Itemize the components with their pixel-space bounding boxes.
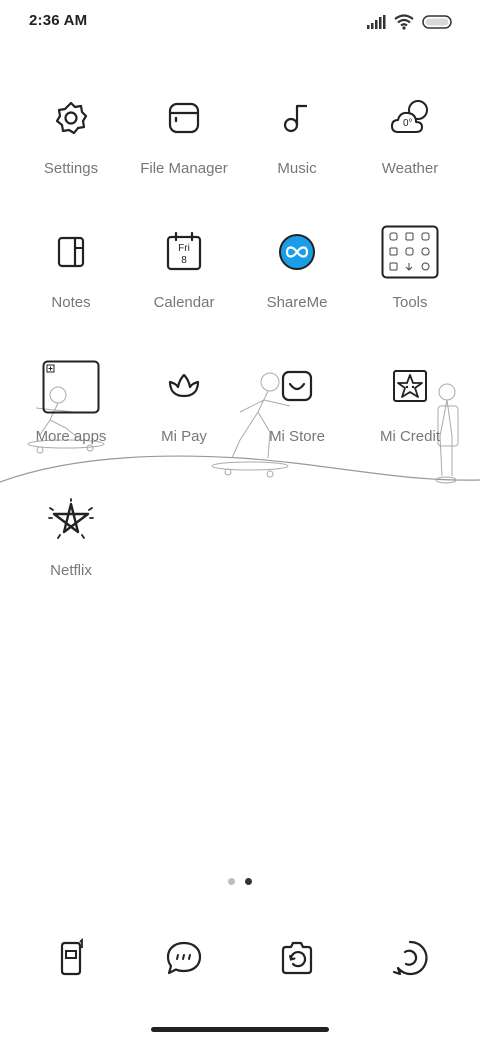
browser-icon xyxy=(392,940,428,976)
tools-folder-icon xyxy=(380,222,440,282)
gear-icon xyxy=(41,88,101,148)
dock-messages[interactable] xyxy=(156,930,212,986)
phone-icon xyxy=(60,938,83,976)
camera-icon xyxy=(281,941,313,975)
app-more-apps[interactable]: More apps xyxy=(16,356,126,445)
app-weather[interactable]: 0° Weather xyxy=(355,88,465,177)
music-note-icon xyxy=(267,88,327,148)
app-label: ShareMe xyxy=(266,294,328,311)
app-tools-folder[interactable]: Tools xyxy=(355,222,465,311)
dock-browser[interactable] xyxy=(382,930,438,986)
netflix-star-icon xyxy=(41,490,101,550)
app-file-manager[interactable]: File Manager xyxy=(129,88,239,177)
weather-icon: 0° xyxy=(380,88,440,148)
notes-icon xyxy=(41,222,101,282)
app-label: Netflix xyxy=(50,562,92,579)
app-mi-pay[interactable]: Mi Pay xyxy=(129,356,239,445)
status-icons xyxy=(366,12,452,32)
folder-icon xyxy=(154,88,214,148)
page-dot-1[interactable] xyxy=(228,878,235,885)
wifi-icon xyxy=(394,14,414,30)
more-apps-icon xyxy=(41,356,101,416)
app-label: Tools xyxy=(392,294,428,311)
app-settings[interactable]: Settings xyxy=(16,88,126,177)
app-notes[interactable]: Notes xyxy=(16,222,126,311)
star-badge-icon xyxy=(380,356,440,416)
calendar-day: Fri xyxy=(178,243,190,254)
weather-temperature: 0° xyxy=(403,118,413,129)
status-bar: 2:36 AM xyxy=(0,0,480,44)
page-dot-2-active[interactable] xyxy=(245,878,252,885)
app-label: Settings xyxy=(43,160,99,177)
app-label: Mi Credit xyxy=(379,428,440,445)
dock-phone[interactable] xyxy=(43,930,99,986)
app-label: Mi Pay xyxy=(161,428,207,445)
home-indicator-bar[interactable] xyxy=(151,1027,329,1032)
page-indicator xyxy=(0,878,480,885)
dock xyxy=(0,930,480,986)
app-label: More apps xyxy=(35,428,107,445)
app-label: Calendar xyxy=(153,294,215,311)
app-shareme[interactable]: ShareMe xyxy=(242,222,352,311)
calendar-date: 8 xyxy=(181,255,187,266)
app-label: Mi Store xyxy=(269,428,325,445)
status-time: 2:36 AM xyxy=(29,12,88,29)
app-label: Notes xyxy=(51,294,91,311)
app-music[interactable]: Music xyxy=(242,88,352,177)
app-label: Music xyxy=(277,160,317,177)
shareme-icon xyxy=(267,222,327,282)
app-calendar[interactable]: Fri 8 Calendar xyxy=(129,222,239,311)
app-mi-credit[interactable]: Mi Credit xyxy=(355,356,465,445)
calendar-icon: Fri 8 xyxy=(154,222,214,282)
app-netflix[interactable]: Netflix xyxy=(16,490,126,579)
store-bag-icon xyxy=(267,356,327,416)
dock-camera[interactable] xyxy=(269,930,325,986)
messages-icon xyxy=(166,941,202,975)
signal-icon xyxy=(367,15,386,29)
app-mi-store[interactable]: Mi Store xyxy=(242,356,352,445)
battery-icon xyxy=(422,15,452,29)
app-label: Weather xyxy=(381,160,439,177)
app-label: File Manager xyxy=(140,160,228,177)
lotus-icon xyxy=(154,356,214,416)
